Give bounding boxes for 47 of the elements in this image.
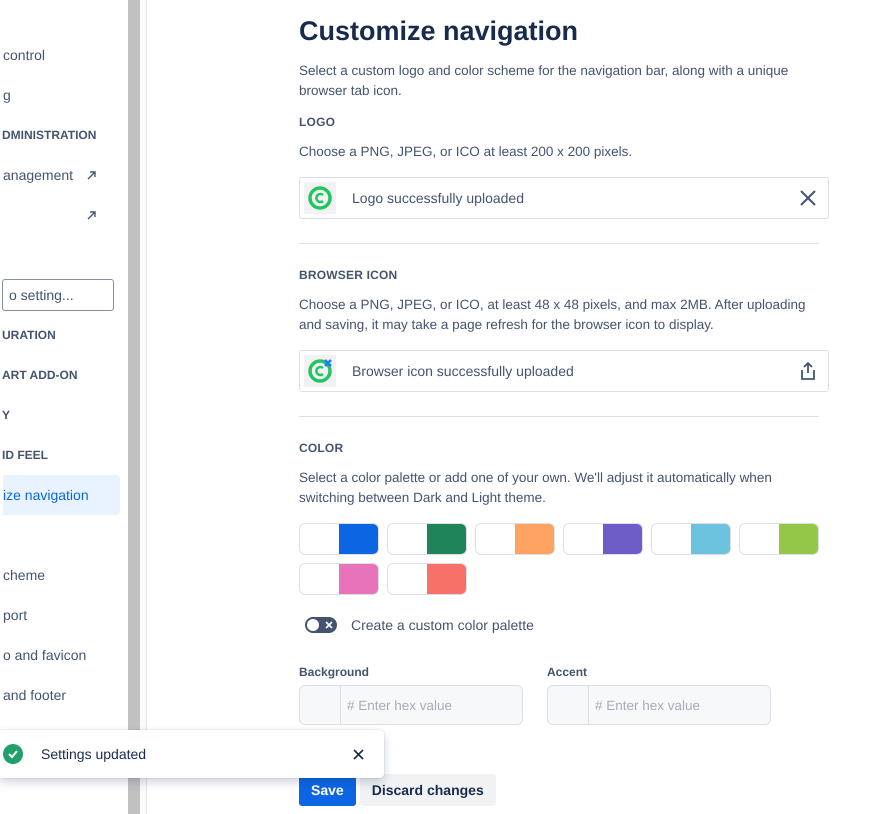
section-heading: URATION (2, 327, 57, 344)
logo-thumbnail-icon (304, 355, 336, 387)
page-title: Customize navigation (299, 16, 580, 47)
color-palette-option[interactable] (475, 523, 555, 555)
section-hint: Choose a PNG, JPEG, or ICO at least 200 x 200 pixels. (299, 143, 634, 161)
success-icon (3, 744, 23, 764)
hex-input-field[interactable]: # Enter hex value (299, 685, 523, 725)
nav-item[interactable]: port (3, 595, 120, 635)
close-icon[interactable] (353, 748, 364, 760)
nav-item[interactable]: control (3, 35, 120, 75)
hex-input-field[interactable]: # Enter hex value (547, 685, 771, 725)
nav-item[interactable]: o and favicon (3, 635, 120, 675)
section-heading: COLOR (299, 441, 344, 455)
section-heading: BROWSER ICON (299, 268, 398, 282)
section-hint: Choose a PNG, JPEG, or ICO, at least 48 x 48 pixels, and max 2MB. After uploading and saving, it may take a page refresh for the browser icon to display. (299, 296, 807, 334)
field-label: Background (299, 665, 370, 679)
color-palette-option[interactable] (299, 523, 379, 555)
nav-item[interactable]: and footer (3, 675, 120, 715)
close-icon[interactable] (800, 190, 816, 206)
toast-message: Settings updated (41, 746, 148, 762)
logo-thumbnail-icon (304, 182, 336, 214)
section-heading: Y (2, 407, 12, 424)
search-field[interactable]: o setting... (2, 279, 114, 311)
toggle-label: Create a custom color palette (351, 617, 534, 633)
color-palette-option[interactable] (299, 563, 379, 595)
color-palette-option[interactable] (739, 523, 819, 555)
color-palette-option[interactable] (651, 523, 731, 555)
page-description: Select a custom logo and color scheme for the navigation bar, along with a unique browser tab icon. (299, 62, 790, 100)
nav-item[interactable]: anagement (3, 155, 120, 195)
share-icon[interactable] (800, 362, 816, 380)
nav-item[interactable]: cheme (3, 555, 120, 595)
upload-status: Browser icon successfully uploaded (352, 363, 575, 379)
color-palette-option[interactable] (387, 523, 467, 555)
toggle-switch[interactable] (305, 617, 337, 633)
color-palette-option[interactable] (563, 523, 643, 555)
discard-button[interactable]: Discard changes (360, 774, 496, 806)
upload-status: Logo successfully uploaded (352, 190, 526, 206)
cross-icon (325, 621, 333, 629)
field-label: Accent (547, 665, 588, 679)
nav-item[interactable]: g (3, 75, 120, 115)
selected-nav-item[interactable]: ize navigation (3, 475, 120, 515)
section-heading: DMINISTRATION (2, 127, 98, 144)
section-heading: ID FEEL (2, 447, 50, 464)
section-heading: ART ADD-ON (2, 367, 79, 384)
color-palette-option[interactable] (387, 563, 467, 595)
section-heading: LOGO (299, 115, 336, 129)
section-hint: Select a color palette or add one of your own. We'll adjust it automatically when switching between Dark and Light theme. (299, 469, 773, 507)
